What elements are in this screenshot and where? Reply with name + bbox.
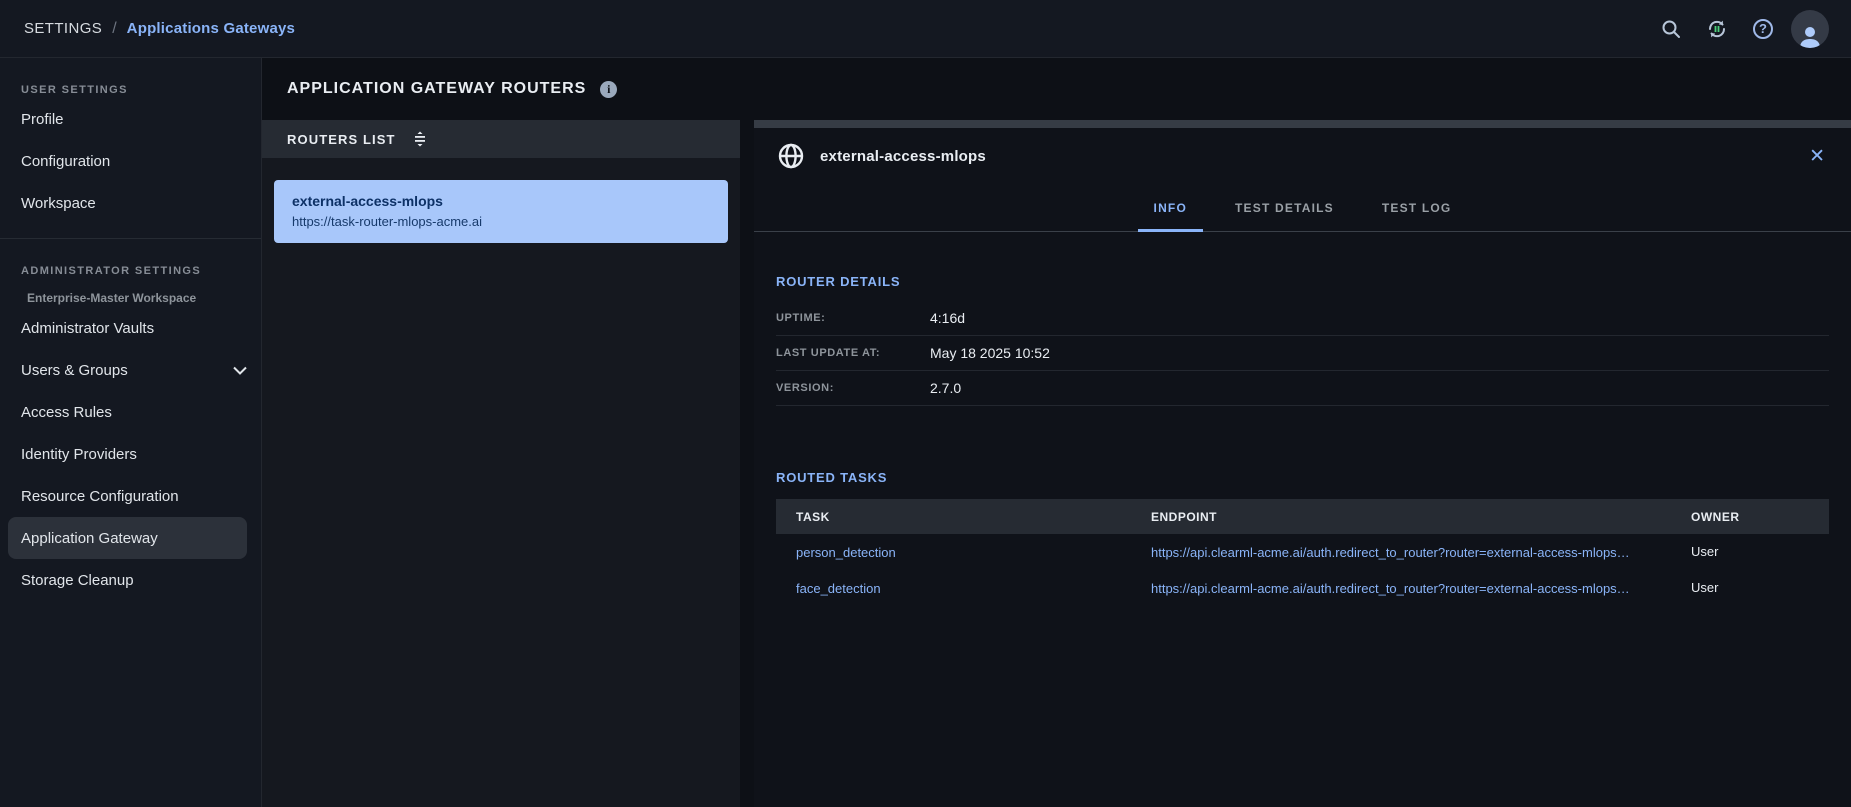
sidebar-item-label: Resource Configuration — [21, 488, 179, 505]
sidebar-item-label: Storage Cleanup — [21, 572, 134, 589]
detail-label: LAST UPDATE AT: — [776, 347, 930, 359]
sidebar-item-label: Application Gateway — [21, 530, 158, 547]
user-settings-header: USER SETTINGS — [0, 84, 261, 96]
sidebar-item-configuration[interactable]: Configuration — [0, 140, 261, 182]
page-title-bar: APPLICATION GATEWAY ROUTERS i — [262, 58, 1851, 120]
endpoint-link[interactable]: https://api.clearml-acme.ai/auth.redirec… — [1151, 581, 1671, 596]
auto-refresh-pause-icon — [1705, 17, 1729, 41]
owner-value: User — [1691, 544, 1718, 559]
breadcrumb-current-page: Applications Gateways — [127, 20, 295, 37]
endpoint-link[interactable]: https://api.clearml-acme.ai/auth.redirec… — [1151, 545, 1671, 560]
breadcrumb: SETTINGS / Applications Gateways — [24, 20, 295, 38]
sort-filter-button[interactable] — [412, 131, 428, 147]
main-content: APPLICATION GATEWAY ROUTERS i ROUTERS LI… — [262, 58, 1851, 807]
router-details-list: UPTIME: 4:16d LAST UPDATE AT: May 18 202… — [776, 301, 1829, 406]
detail-row-last-update: LAST UPDATE AT: May 18 2025 10:52 — [776, 336, 1829, 371]
routers-list: external-access-mlops https://task-route… — [262, 158, 740, 807]
table-row: face_detection https://api.clearml-acme.… — [776, 570, 1829, 606]
sort-filter-icon — [412, 131, 428, 147]
detail-value: 4:16d — [930, 310, 965, 326]
app-root: SETTINGS / Applications Gateways — [0, 0, 1851, 807]
task-link[interactable]: person_detection — [796, 545, 1131, 560]
routers-list-title: ROUTERS LIST — [287, 132, 396, 147]
help-icon: ? — [1753, 19, 1773, 39]
page-title: APPLICATION GATEWAY ROUTERS — [287, 80, 586, 98]
close-button[interactable]: ✕ — [1805, 143, 1829, 170]
detail-row-uptime: UPTIME: 4:16d — [776, 301, 1829, 336]
panel-gap — [740, 120, 754, 807]
settings-sidebar: USER SETTINGS Profile Configuration Work… — [0, 58, 262, 807]
person-icon — [1797, 24, 1823, 48]
breadcrumb-separator: / — [112, 20, 116, 38]
router-name: external-access-mlops — [292, 193, 710, 209]
tab-info[interactable]: INFO — [1130, 184, 1211, 231]
sidebar-item-administrator-vaults[interactable]: Administrator Vaults — [0, 307, 261, 349]
horizontal-scrollbar[interactable] — [754, 120, 1851, 128]
sidebar-item-workspace[interactable]: Workspace — [0, 182, 261, 224]
routed-tasks-heading: ROUTED TASKS — [776, 470, 1829, 485]
sidebar-item-profile[interactable]: Profile — [0, 98, 261, 140]
column-header-owner: OWNER — [1671, 510, 1829, 524]
sidebar-item-label: Administrator Vaults — [21, 320, 154, 337]
sidebar-item-access-rules[interactable]: Access Rules — [0, 391, 261, 433]
routed-tasks-table: TASK ENDPOINT OWNER person_detection htt… — [776, 499, 1829, 606]
topbar-actions: ? — [1653, 10, 1829, 48]
sidebar-item-resource-configuration[interactable]: Resource Configuration — [0, 475, 261, 517]
routers-list-header: ROUTERS LIST — [262, 120, 740, 158]
sidebar-item-application-gateway[interactable]: Application Gateway — [8, 517, 247, 559]
sidebar-item-label: Access Rules — [21, 404, 112, 421]
breadcrumb-settings[interactable]: SETTINGS — [24, 20, 102, 37]
detail-tabs: INFO TEST DETAILS TEST LOG — [754, 184, 1851, 232]
detail-value: May 18 2025 10:52 — [930, 345, 1050, 361]
detail-panel-header: external-access-mlops ✕ — [754, 128, 1851, 184]
detail-row-version: VERSION: 2.7.0 — [776, 371, 1829, 406]
tab-test-log[interactable]: TEST LOG — [1358, 184, 1476, 231]
sidebar-item-label: Identity Providers — [21, 446, 137, 463]
detail-tab-content: ROUTER DETAILS UPTIME: 4:16d LAST UPDATE… — [754, 232, 1851, 807]
globe-icon — [778, 143, 804, 169]
detail-label: VERSION: — [776, 382, 930, 394]
sidebar-divider — [0, 238, 261, 239]
detail-label: UPTIME: — [776, 312, 930, 324]
owner-value: User — [1691, 580, 1718, 595]
search-button[interactable] — [1653, 11, 1689, 47]
column-header-task: TASK — [776, 510, 1131, 524]
router-details-heading: ROUTER DETAILS — [776, 274, 1829, 289]
sidebar-item-users-groups[interactable]: Users & Groups — [0, 349, 261, 391]
help-button[interactable]: ? — [1745, 11, 1781, 47]
sidebar-item-storage-cleanup[interactable]: Storage Cleanup — [0, 559, 261, 601]
router-url: https://task-router-mlops-acme.ai — [292, 214, 710, 229]
search-icon — [1660, 18, 1682, 40]
sidebar-item-label: Users & Groups — [21, 362, 128, 379]
top-bar: SETTINGS / Applications Gateways — [0, 0, 1851, 58]
user-avatar[interactable] — [1791, 10, 1829, 48]
column-header-endpoint: ENDPOINT — [1131, 510, 1671, 524]
router-detail-panel: external-access-mlops ✕ INFO TEST DETAIL… — [754, 120, 1851, 807]
task-link[interactable]: face_detection — [796, 581, 1131, 596]
workspace-name-label: Enterprise-Master Workspace — [0, 291, 261, 305]
detail-panel-title: external-access-mlops — [820, 148, 986, 165]
info-icon[interactable]: i — [600, 81, 617, 98]
sidebar-item-identity-providers[interactable]: Identity Providers — [0, 433, 261, 475]
routers-list-panel: ROUTERS LIST — [262, 120, 740, 807]
auto-refresh-button[interactable] — [1699, 11, 1735, 47]
administrator-settings-header: ADMINISTRATOR SETTINGS — [0, 265, 261, 277]
sidebar-item-label: Profile — [21, 111, 64, 128]
sidebar-item-label: Configuration — [21, 153, 110, 170]
close-icon: ✕ — [1809, 146, 1825, 167]
chevron-down-icon — [233, 366, 247, 375]
router-list-item-selected[interactable]: external-access-mlops https://task-route… — [274, 180, 728, 243]
tab-test-details[interactable]: TEST DETAILS — [1211, 184, 1358, 231]
sidebar-item-label: Workspace — [21, 195, 96, 212]
table-header-row: TASK ENDPOINT OWNER — [776, 499, 1829, 534]
table-row: person_detection https://api.clearml-acm… — [776, 534, 1829, 570]
detail-value: 2.7.0 — [930, 380, 961, 396]
